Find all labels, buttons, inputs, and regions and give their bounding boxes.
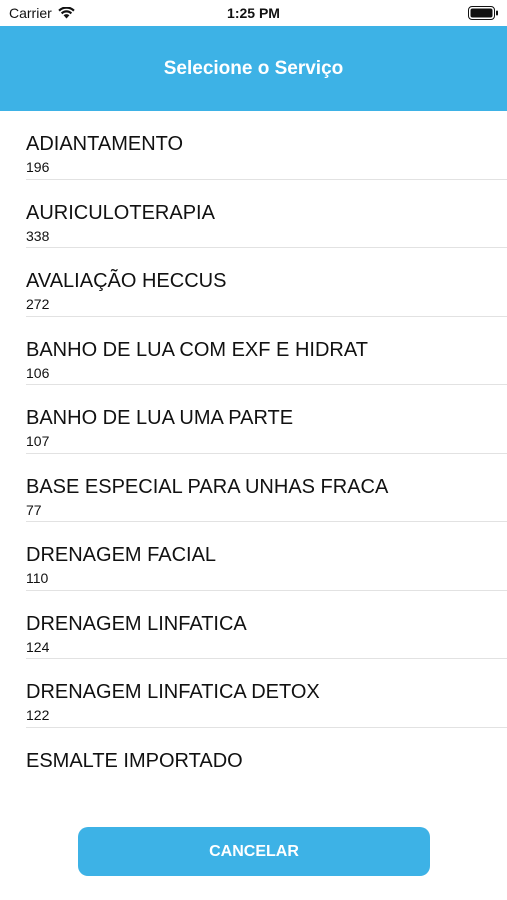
service-list-item[interactable]: DRENAGEM LINFATICA DETOX 122 — [0, 659, 507, 728]
service-code: 110 — [26, 570, 49, 586]
service-name: DRENAGEM LINFATICA DETOX — [26, 681, 320, 703]
service-name: BANHO DE LUA COM EXF E HIDRAT — [26, 338, 368, 361]
service-code: 107 — [26, 433, 50, 449]
service-list-item[interactable]: ADIANTAMENTO 196 — [0, 111, 507, 180]
service-name: DRENAGEM FACIAL — [26, 544, 217, 566]
battery-icon — [468, 6, 499, 20]
page-title: Selecione o Serviço — [163, 57, 344, 79]
service-name: BASE ESPECIAL PARA UNHAS FRACA — [26, 475, 389, 498]
service-name: AURICULOTERAPIA — [26, 201, 215, 224]
service-code: 106 — [26, 364, 50, 381]
service-code: 272 — [26, 296, 50, 312]
service-list[interactable]: ADIANTAMENTO 196 AURICULOTERAPIA 338 AVA… — [0, 111, 507, 797]
service-list-item[interactable]: BASE ESPECIAL PARA UNHAS FRACA 77 — [0, 454, 507, 523]
status-time: 1:25 PM — [227, 5, 280, 21]
service-list-item[interactable]: AVALIAÇÃO HECCUS 272 — [0, 248, 507, 317]
service-list-item[interactable]: AURICULOTERAPIA 338 — [0, 180, 507, 249]
service-name: ADIANTAMENTO — [26, 133, 184, 155]
service-name: DRENAGEM LINFATICA — [26, 612, 247, 635]
service-code: 124 — [26, 638, 50, 655]
cancel-button[interactable]: CANCELAR — [78, 827, 430, 876]
service-name: ESMALTE IMPORTADO — [26, 749, 243, 772]
service-code: 196 — [26, 159, 50, 175]
service-code: 122 — [26, 707, 50, 723]
service-list-item[interactable]: ESMALTE IMPORTADO — [0, 728, 507, 797]
service-list-item[interactable]: BANHO DE LUA UMA PARTE 107 — [0, 385, 507, 454]
status-bar: Carrier 1:25 PM — [0, 0, 507, 26]
service-name: BANHO DE LUA UMA PARTE — [26, 407, 294, 429]
service-list-item[interactable]: BANHO DE LUA COM EXF E HIDRAT 106 — [0, 317, 507, 386]
service-code: 77 — [26, 501, 42, 518]
service-name: AVALIAÇÃO HECCUS — [26, 270, 227, 292]
service-list-item[interactable]: DRENAGEM FACIAL 110 — [0, 522, 507, 591]
service-code: 338 — [26, 227, 50, 244]
navigation-header: Selecione o Serviço — [0, 26, 507, 111]
service-list-item[interactable]: DRENAGEM LINFATICA 124 — [0, 591, 507, 660]
